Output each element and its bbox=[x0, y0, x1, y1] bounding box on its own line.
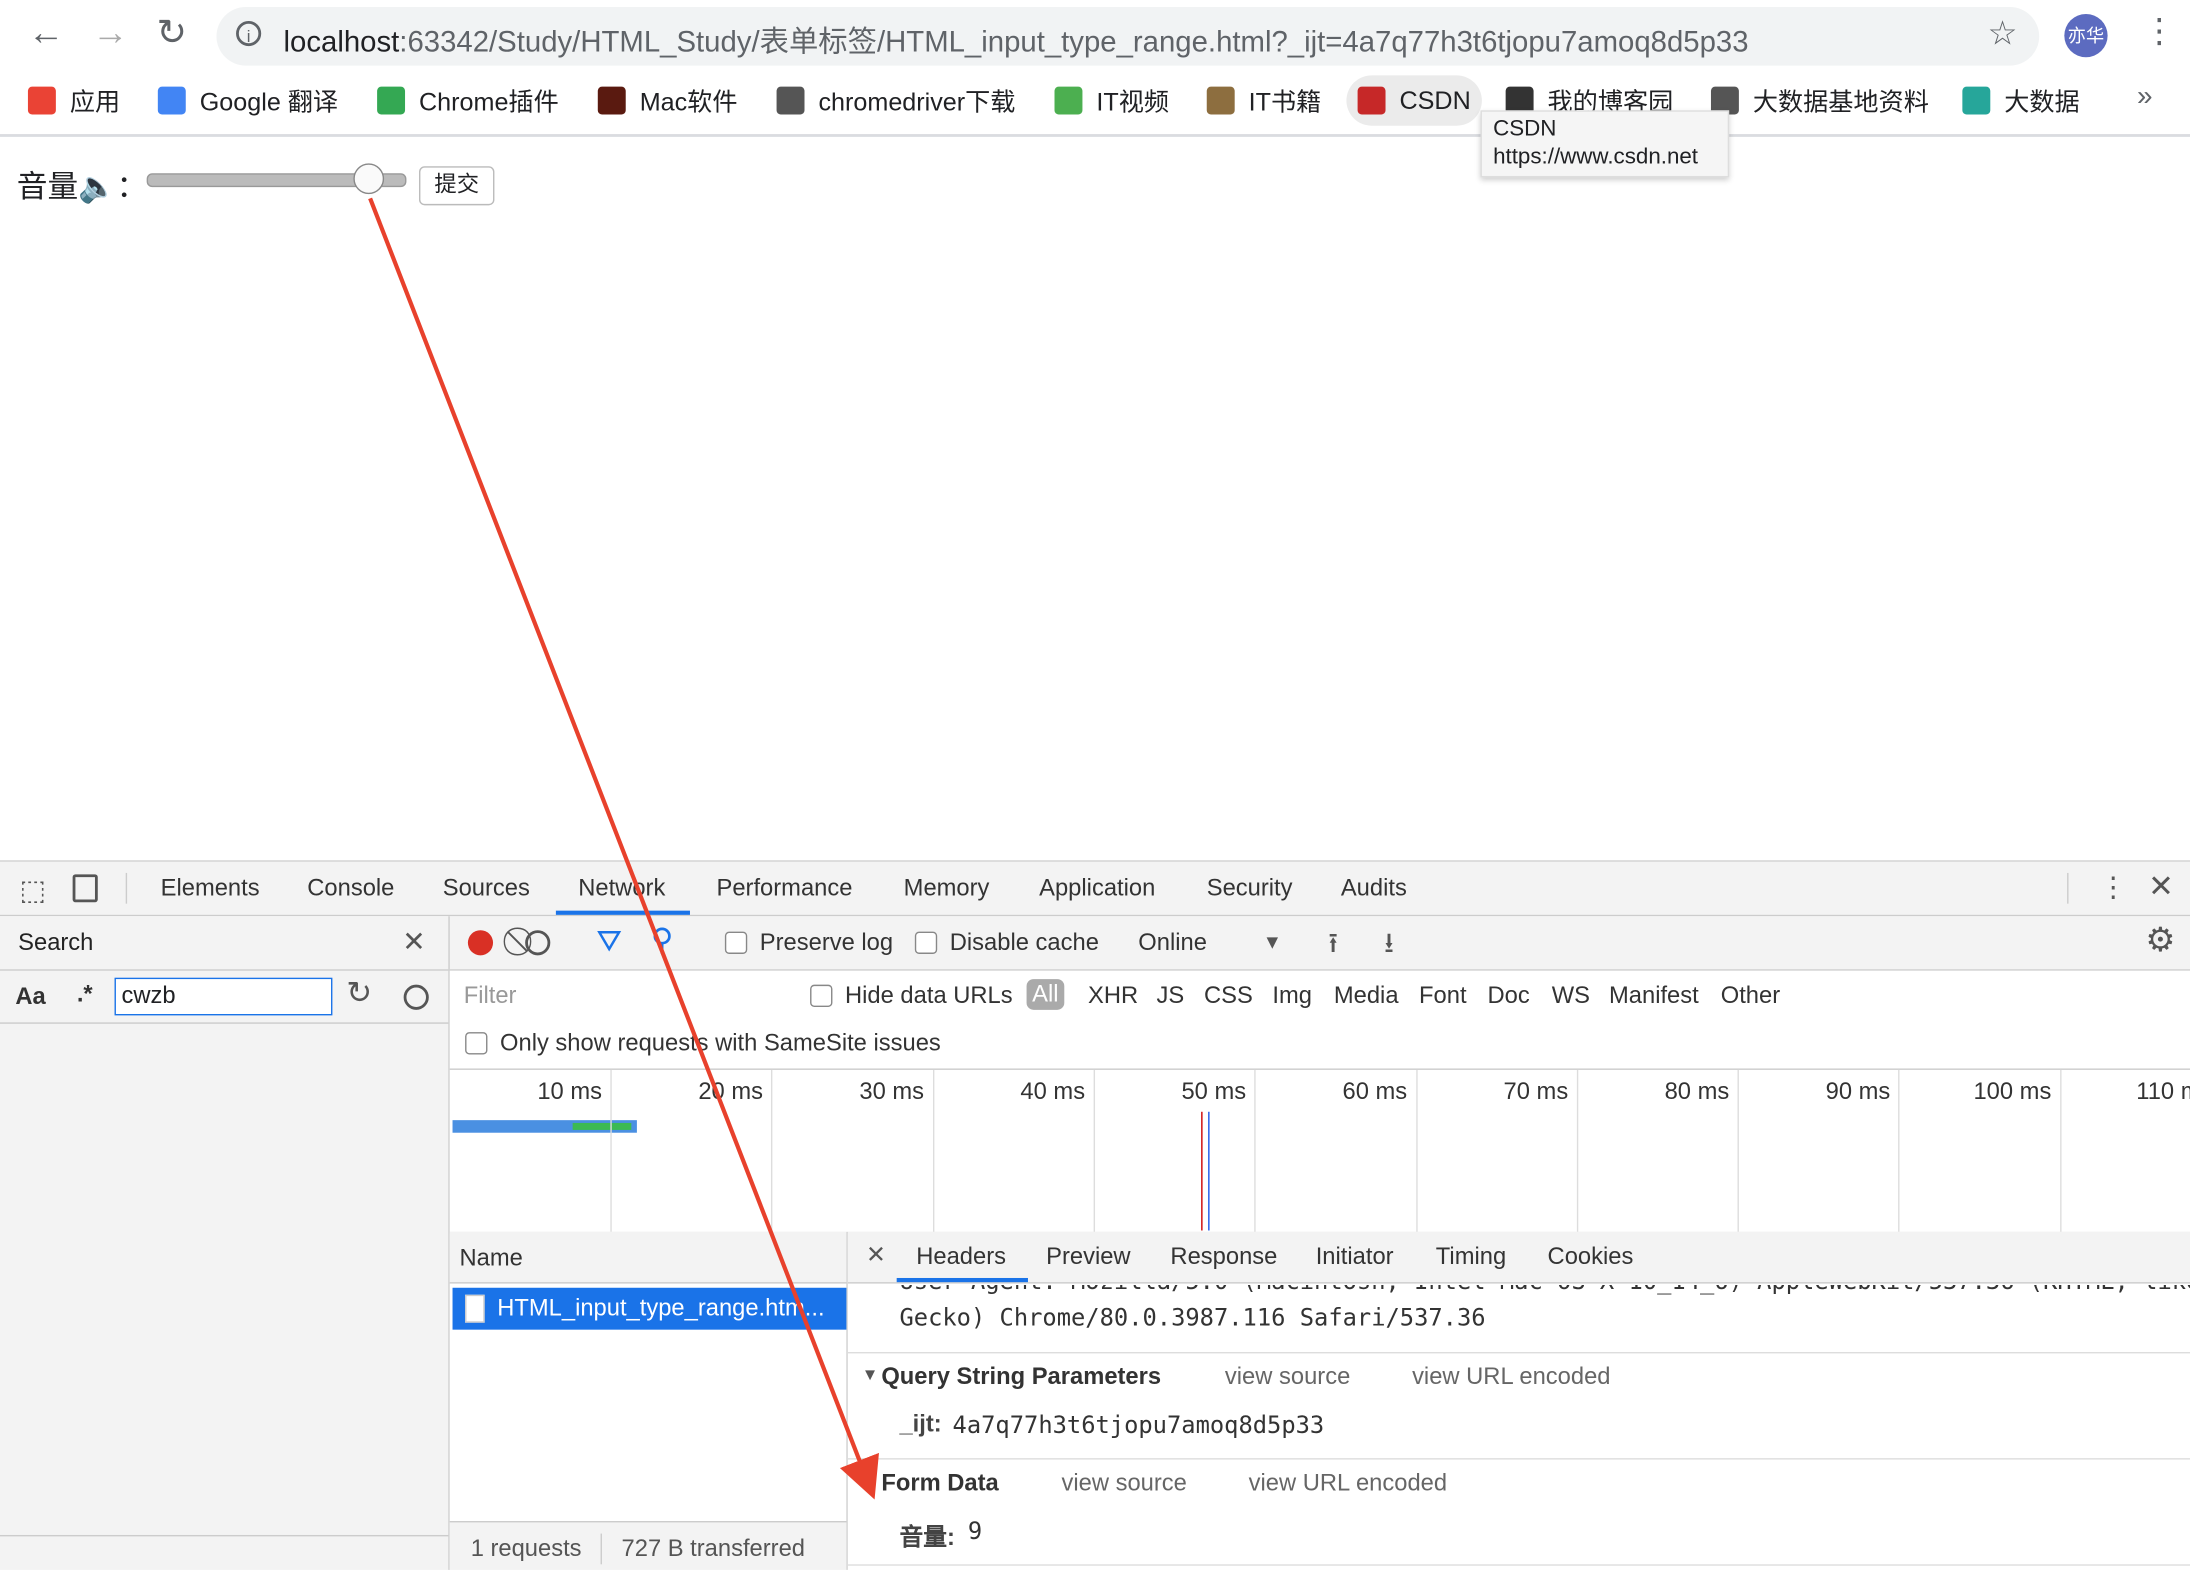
annotation-arrow bbox=[368, 197, 879, 1500]
